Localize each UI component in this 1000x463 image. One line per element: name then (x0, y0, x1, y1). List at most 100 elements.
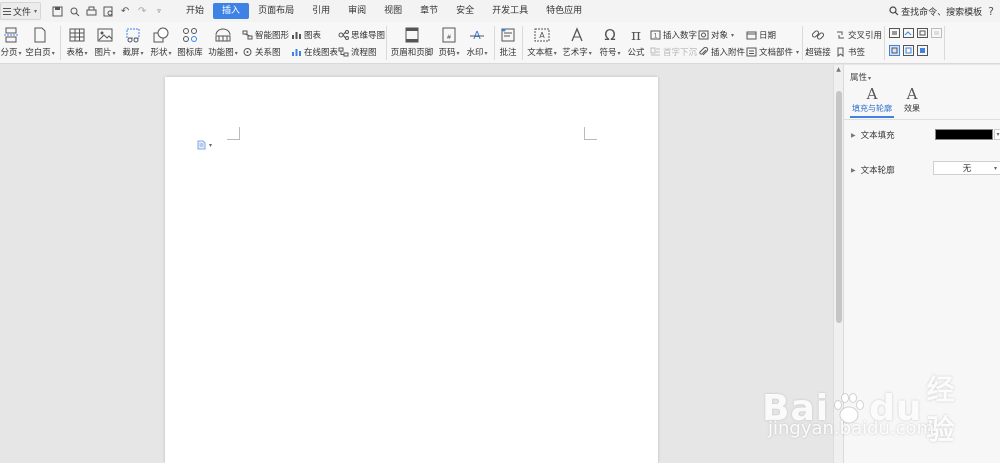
scrollbar-thumb[interactable] (836, 91, 842, 323)
page-corner-mark-top-right (584, 127, 597, 140)
chart-button[interactable]: 图表 (291, 29, 321, 41)
tab-developer[interactable]: 开发工具 (483, 3, 537, 19)
export-icon[interactable] (102, 5, 114, 17)
online-chart-label: 在线图表 (304, 48, 339, 58)
watermark-button[interactable]: A 水印▾ (464, 22, 490, 58)
tab-review[interactable]: 审阅 (339, 3, 375, 19)
page-break-button[interactable]: 分页▾ (0, 22, 25, 58)
smart-shape-button[interactable]: 智能图形 (242, 29, 289, 41)
word-art-icon (568, 27, 586, 43)
expand-arrow-icon: ▶ (851, 166, 856, 174)
wrap-front-icon[interactable] (903, 45, 914, 59)
insert-attachment-button[interactable]: 插入附件 (698, 46, 745, 58)
text-box-button[interactable]: A 文本框▾ (526, 22, 558, 58)
insert-attachment-label: 插入附件 (711, 48, 746, 58)
blank-page-button[interactable]: 空白页▾ (24, 22, 56, 58)
comment-icon (499, 27, 517, 43)
function-chart-label: 功能图 (208, 48, 234, 58)
chevron-down-icon: ▾ (996, 131, 1000, 138)
doc-parts-button[interactable]: 文档部件 ▾ (746, 46, 799, 58)
ribbon-insert: 分页▾ 空白页▾ 表格▾ 图片▾ 截屏▾ 形状▾ 图标库 功能图▾ 智能图形 图… (0, 22, 1000, 64)
wrap-text-row-2 (889, 45, 928, 59)
shape-button[interactable]: 形状▾ (148, 22, 174, 58)
tab-references[interactable]: 引用 (303, 3, 339, 19)
scroll-up-icon[interactable]: ▲ (834, 65, 843, 75)
wrap-square-icon[interactable] (903, 28, 914, 41)
ribbon-separator (884, 26, 885, 60)
command-search[interactable]: 查找命令、搜索模板 (889, 5, 982, 18)
tab-view[interactable]: 视图 (375, 3, 411, 19)
redo-icon[interactable]: ↷ (136, 5, 148, 17)
date-button[interactable]: 日期 (746, 29, 776, 41)
insert-number-button[interactable]: 1 插入数字 (650, 29, 697, 41)
header-footer-button[interactable]: 页眉和页脚 (391, 22, 433, 58)
object-icon (698, 30, 709, 40)
undo-icon[interactable]: ↶ (119, 5, 131, 17)
object-button[interactable]: 对象 ▾ (698, 29, 734, 41)
tab-security[interactable]: 安全 (447, 3, 483, 19)
save-icon[interactable] (51, 5, 63, 17)
picture-button[interactable]: 图片▾ (92, 22, 118, 58)
chevron-down-icon: ▾ (484, 50, 488, 57)
relation-chart-button[interactable]: 关系图 (242, 46, 281, 58)
search-icon (889, 6, 899, 16)
cross-reference-button[interactable]: 交叉引用 (835, 29, 882, 41)
ribbon-separator (522, 26, 523, 60)
flowchart-icon (338, 47, 349, 57)
hyperlink-button[interactable]: 超链接 (805, 22, 831, 58)
symbol-button[interactable]: Ω 符号▾ (598, 22, 622, 58)
tab-fill-outline[interactable]: A 填充与轮廓 (850, 86, 894, 118)
function-chart-button[interactable]: 功能图▾ (206, 22, 240, 58)
online-chart-button[interactable]: 在线图表 (291, 46, 338, 58)
tab-home[interactable]: 开始 (177, 3, 213, 19)
formula-button[interactable]: π 公式 (625, 22, 647, 58)
mind-map-button[interactable]: 思维导图 (338, 29, 385, 41)
table-button[interactable]: 表格▾ (64, 22, 90, 58)
svg-text:A: A (539, 31, 545, 40)
panel-title[interactable]: 属性▾ (850, 71, 871, 83)
text-box-icon: A (533, 27, 551, 43)
page-number-button[interactable]: # 页码▾ (436, 22, 462, 58)
file-menu-button[interactable]: 文件 ▾ (0, 2, 42, 20)
tab-chapter[interactable]: 章节 (411, 3, 447, 19)
svg-text:#: # (446, 34, 451, 41)
customize-toolbar-icon[interactable]: ▿ (153, 5, 165, 17)
picture-label: 图片 (94, 48, 112, 58)
help-icon[interactable]: ? (988, 5, 994, 18)
flowchart-button[interactable]: 流程图 (338, 46, 377, 58)
wrap-tight-icon[interactable] (917, 28, 928, 41)
text-fill-row[interactable]: ▶ 文本填充 (851, 129, 895, 141)
ribbon-separator (386, 26, 387, 60)
tab-effects-label: 效果 (904, 104, 920, 113)
doc-parts-icon (746, 47, 757, 57)
text-fill-dropdown[interactable]: ▾ (994, 129, 1000, 140)
chevron-down-icon: ▾ (796, 48, 800, 56)
bookmark-button[interactable]: 书签 (835, 46, 865, 58)
tab-effects[interactable]: A 效果 (904, 86, 920, 114)
wrap-top-bottom-icon[interactable] (889, 45, 900, 59)
chevron-down-icon: ▾ (34, 7, 38, 15)
page-break-label: 分页 (0, 48, 18, 58)
document-page[interactable]: ▾ (165, 77, 658, 463)
text-outline-label: 文本轮廓 (860, 166, 895, 176)
bookmark-label: 书签 (848, 48, 866, 58)
comment-button[interactable]: 批注 (497, 22, 519, 58)
tab-special-apps[interactable]: 特色应用 (537, 3, 591, 19)
page-number-label: 页码 (438, 48, 456, 58)
first-letter-sink-button[interactable]: 首字下沉 (650, 46, 697, 58)
online-chart-icon (291, 47, 302, 57)
text-outline-row[interactable]: ▶ 文本轮廓 (851, 164, 895, 176)
screenshot-button[interactable]: 截屏▾ (120, 22, 146, 58)
icon-library-button[interactable]: 图标库 (177, 22, 203, 58)
wrap-behind-icon[interactable] (931, 28, 942, 41)
text-outline-select[interactable]: 无 ▾ (933, 161, 1000, 175)
tab-insert[interactable]: 插入 (213, 3, 250, 19)
tab-page-layout[interactable]: 页面布局 (249, 3, 303, 19)
word-art-button[interactable]: 艺术字▾ (561, 22, 593, 58)
text-fill-color-swatch[interactable] (935, 129, 993, 140)
paragraph-layout-handle[interactable]: ▾ (197, 140, 212, 150)
wrap-through-icon[interactable] (917, 45, 928, 59)
print-preview-icon[interactable] (68, 5, 80, 17)
print-icon[interactable] (85, 5, 97, 17)
wrap-inline-icon[interactable] (889, 28, 900, 41)
